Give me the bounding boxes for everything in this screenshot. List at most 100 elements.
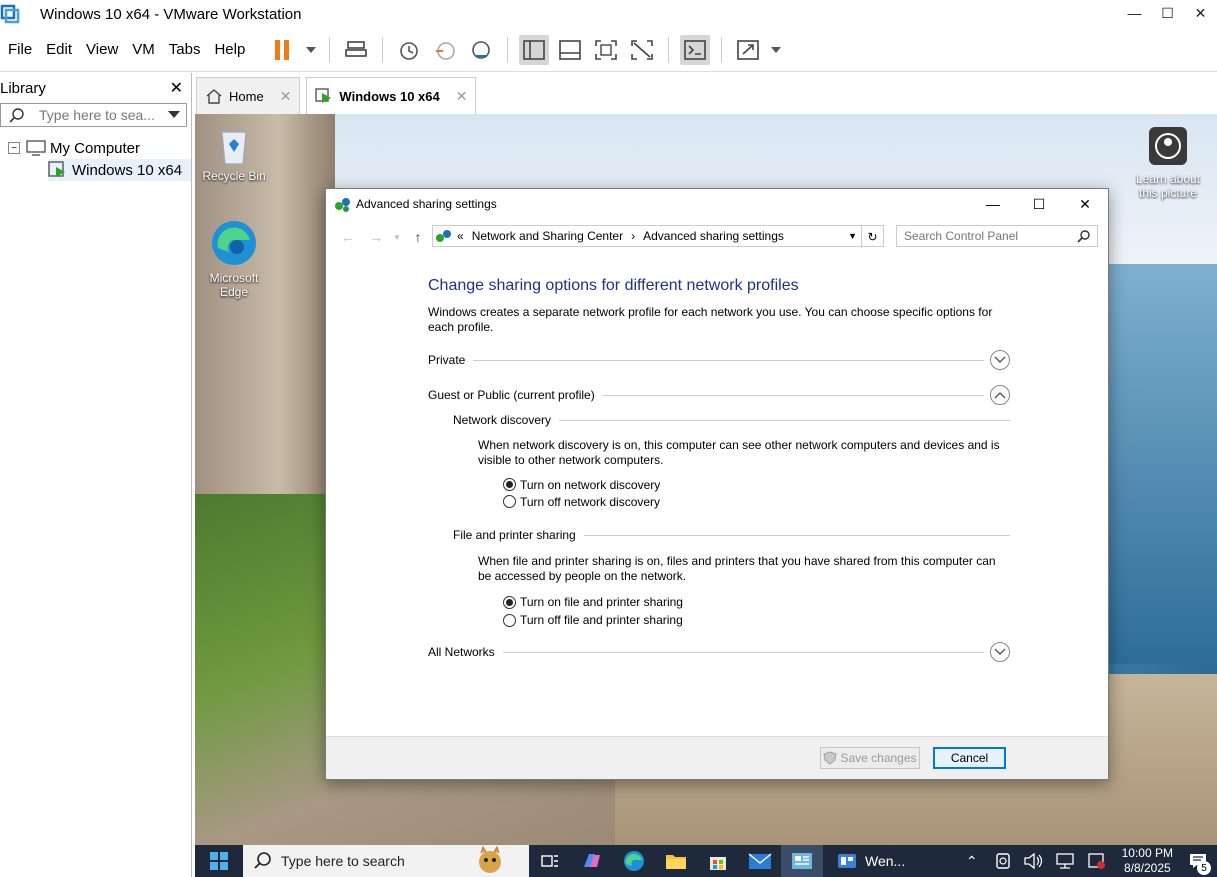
intro-text: Windows creates a separate network profi… <box>428 305 993 334</box>
mail-icon[interactable] <box>739 845 781 877</box>
notification-center-icon[interactable]: 5 <box>1183 845 1213 877</box>
library-search-input[interactable]: Type here to sea... <box>0 103 187 127</box>
revert-snapshot-icon[interactable] <box>430 35 460 65</box>
page-heading: Change sharing options for different net… <box>428 277 799 294</box>
stretch-guest-icon[interactable] <box>733 35 763 65</box>
thumbnail-bar-icon[interactable] <box>555 35 585 65</box>
search-control-panel-input[interactable]: Search Control Panel <box>896 225 1098 247</box>
dialog-footer: Save changes Cancel <box>326 736 1108 779</box>
radio-sharing-on[interactable]: Turn on file and printer sharing <box>503 593 1010 611</box>
refresh-icon[interactable]: ↻ <box>861 226 883 248</box>
task-view-icon[interactable] <box>529 845 571 877</box>
minimize-icon[interactable]: — <box>970 189 1016 219</box>
search-icon <box>254 852 271 869</box>
edge-icon[interactable] <box>613 845 655 877</box>
breadcrumb-network-sharing-center[interactable]: Network and Sharing Center <box>472 229 623 243</box>
menu-vm[interactable]: VM <box>132 41 155 58</box>
file-printer-sharing-section: File and printer sharing <box>453 525 1010 545</box>
radio-sharing-off[interactable]: Turn off file and printer sharing <box>503 611 1010 629</box>
up-icon[interactable]: ↑ <box>404 229 432 245</box>
menu-tabs[interactable]: Tabs <box>169 41 201 58</box>
expand-icon[interactable] <box>990 642 1010 662</box>
taskbar-search-input[interactable]: Type here to search <box>243 845 529 877</box>
recent-dropdown-icon[interactable]: ▼ <box>390 233 404 242</box>
chevron-down-icon[interactable]: ▼ <box>848 231 857 241</box>
profile-all-networks[interactable]: All Networks <box>428 641 1010 663</box>
desktop-icon-recycle-bin[interactable]: Recycle Bin <box>196 122 272 183</box>
security-alert-icon[interactable] <box>1087 852 1107 870</box>
network-icon[interactable] <box>1055 852 1077 870</box>
widgets-icon <box>838 854 856 868</box>
search-icon <box>9 108 24 123</box>
home-icon <box>206 89 222 104</box>
tab-home[interactable]: Home ✕ <box>196 77 301 114</box>
menu-view[interactable]: View <box>86 41 118 58</box>
file-explorer-icon[interactable] <box>655 845 697 877</box>
snapshot-icon[interactable] <box>394 35 424 65</box>
tree-item-windows-10[interactable]: Windows 10 x64 <box>48 159 191 181</box>
save-changes-button[interactable]: Save changes <box>820 747 920 769</box>
minimize-icon[interactable]: — <box>1118 0 1151 26</box>
chevron-down-icon[interactable] <box>304 35 318 65</box>
show-hidden-icons[interactable]: ⌃ <box>966 853 978 870</box>
collapse-icon[interactable] <box>990 385 1010 405</box>
learn-about-picture[interactable]: Learn about this picture <box>1133 126 1203 200</box>
cancel-button[interactable]: Cancel <box>933 747 1006 769</box>
window-title: Windows 10 x64 - VMware Workstation <box>40 5 302 23</box>
collapse-icon[interactable]: − <box>8 142 20 154</box>
vmware-title-bar: Windows 10 x64 - VMware Workstation — ☐ … <box>0 0 1217 28</box>
system-tray: ⌃ 10:00 PM 8/8/2025 5 <box>956 845 1217 877</box>
forward-icon[interactable]: → <box>362 229 390 245</box>
taskbar-app-weather[interactable]: Wen... <box>823 845 919 877</box>
start-button[interactable] <box>195 845 243 877</box>
maximize-icon[interactable]: ☐ <box>1151 0 1184 26</box>
profile-private[interactable]: Private <box>428 349 1010 371</box>
taskbar: Type here to search Wen... ⌃ 10:00 PM 8/… <box>195 845 1217 877</box>
advanced-sharing-dialog: Advanced sharing settings — ☐ ✕ ← → ▼ ↑ … <box>325 188 1109 780</box>
radio-discovery-off[interactable]: Turn off network discovery <box>503 493 1010 510</box>
network-activity-icon[interactable] <box>993 852 1013 870</box>
close-icon[interactable]: ✕ <box>1062 189 1108 219</box>
menu-file[interactable]: File <box>8 41 32 58</box>
profile-guest-public[interactable]: Guest or Public (current profile) <box>428 384 1010 406</box>
expand-icon[interactable] <box>990 350 1010 370</box>
unity-icon[interactable] <box>627 35 657 65</box>
network-sharing-icon <box>436 230 451 242</box>
edge-icon <box>212 221 256 265</box>
close-tab-icon[interactable]: ✕ <box>280 88 292 105</box>
radio-discovery-on[interactable]: Turn on network discovery <box>503 476 1010 493</box>
notification-count-badge: 5 <box>1197 861 1211 875</box>
copilot-icon[interactable] <box>571 845 613 877</box>
library-panel: Library ✕ Type here to sea... − My Compu… <box>0 73 192 877</box>
close-icon[interactable]: ✕ <box>170 78 183 98</box>
full-screen-icon[interactable] <box>591 35 621 65</box>
close-tab-icon[interactable]: ✕ <box>456 88 468 105</box>
menu-bar: File Edit View VM Tabs Help <box>0 28 1217 72</box>
show-library-icon[interactable] <box>519 34 550 65</box>
tab-windows-10[interactable]: Windows 10 x64 ✕ <box>306 77 477 114</box>
console-view-icon[interactable] <box>680 34 711 65</box>
send-ctrl-alt-del-icon[interactable] <box>341 35 371 65</box>
breadcrumb[interactable]: « Network and Sharing Center › Advanced … <box>432 225 884 248</box>
library-title: Library <box>0 79 46 97</box>
clock[interactable]: 10:00 PM 8/8/2025 <box>1122 846 1173 876</box>
dialog-title: Advanced sharing settings <box>356 197 497 211</box>
snapshot-manager-icon[interactable] <box>466 35 496 65</box>
volume-icon[interactable] <box>1023 852 1045 870</box>
network-sharing-icon <box>335 198 350 212</box>
breadcrumb-advanced-sharing[interactable]: Advanced sharing settings <box>643 229 784 243</box>
uac-shield-icon <box>823 751 838 765</box>
store-icon[interactable] <box>697 845 739 877</box>
chevron-down-icon[interactable] <box>769 35 783 65</box>
menu-edit[interactable]: Edit <box>46 41 72 58</box>
chevron-down-icon[interactable] <box>166 111 182 119</box>
menu-help[interactable]: Help <box>214 41 245 58</box>
control-panel-icon[interactable] <box>781 845 823 877</box>
pause-icon[interactable] <box>268 35 298 65</box>
close-icon[interactable]: ✕ <box>1184 0 1217 26</box>
file-printer-sharing-desc: When file and printer sharing is on, fil… <box>478 554 996 583</box>
tree-item-my-computer[interactable]: − My Computer <box>0 137 191 159</box>
maximize-icon[interactable]: ☐ <box>1016 189 1062 219</box>
back-icon[interactable]: ← <box>334 229 362 245</box>
desktop-icon-edge[interactable]: Microsoft Edge <box>196 218 272 299</box>
